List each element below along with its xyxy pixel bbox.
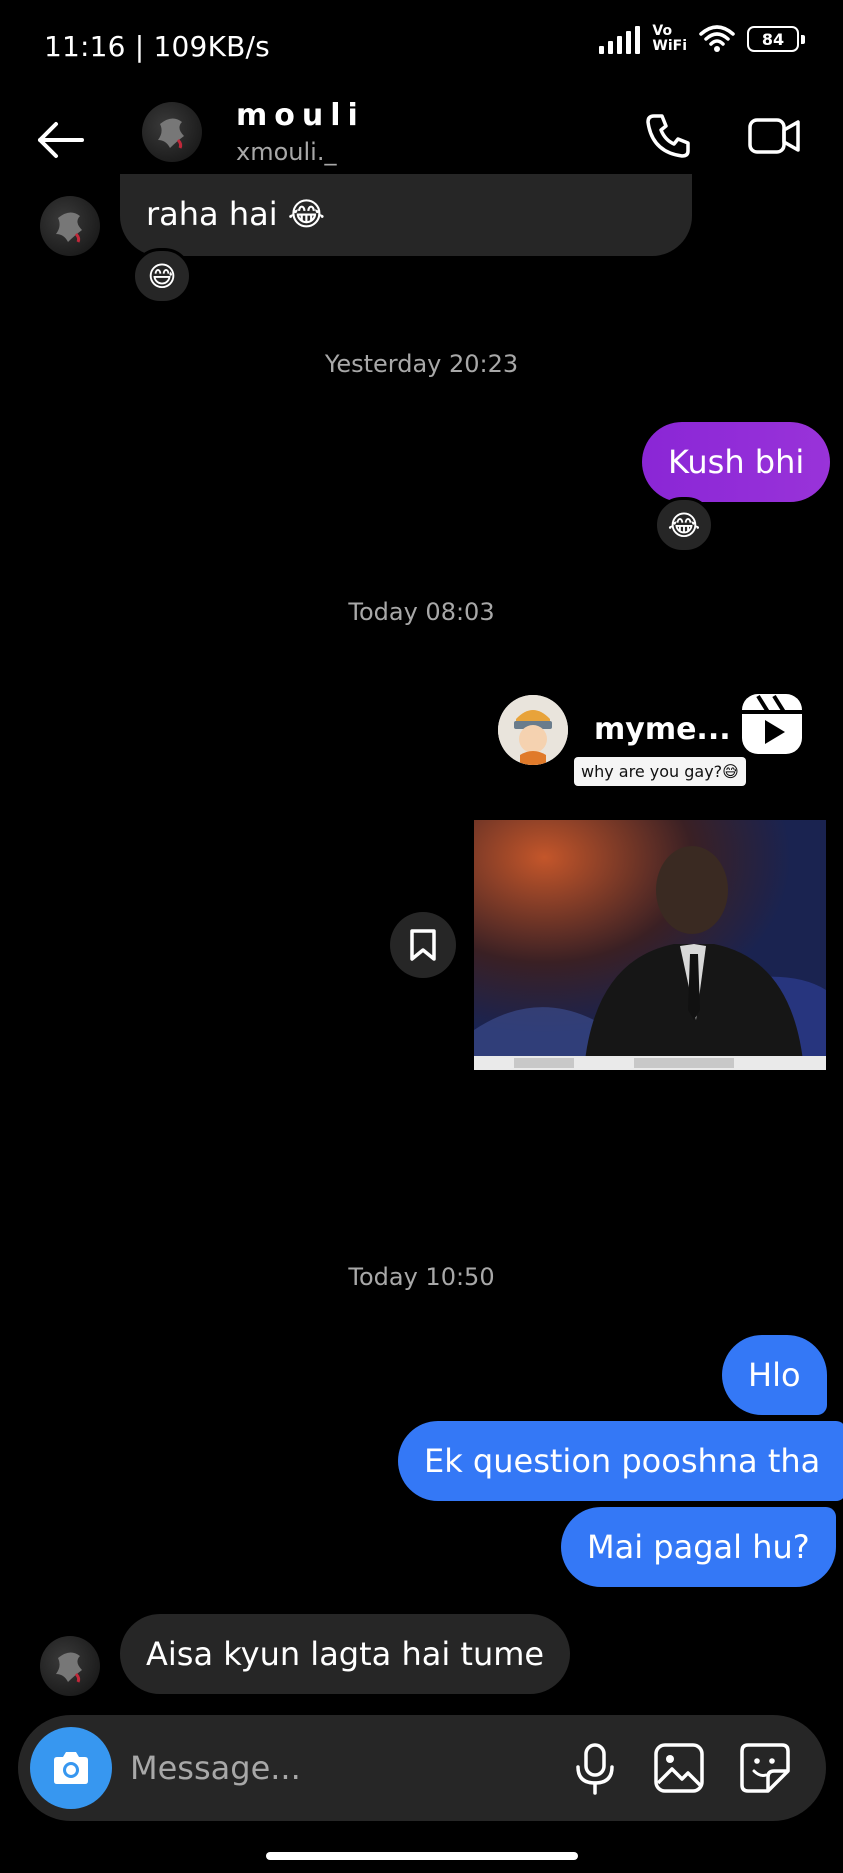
camera-icon (54, 1752, 88, 1784)
avatar[interactable] (142, 102, 202, 162)
avatar[interactable] (40, 1636, 100, 1696)
timestamp: Yesterday 20:23 (324, 350, 519, 378)
message-text: Hlo (748, 1356, 801, 1394)
reel-account-avatar[interactable] (498, 695, 568, 765)
vowifi-indicator: Vo WiFi (652, 23, 687, 54)
microphone-icon[interactable] (564, 1737, 626, 1799)
status-time: 11:16 | 109KB/s (44, 30, 270, 63)
home-indicator[interactable] (266, 1852, 578, 1860)
message-text: Mai pagal hu? (587, 1528, 810, 1566)
sticker-icon[interactable] (734, 1737, 796, 1799)
message-input[interactable] (130, 1743, 550, 1793)
message-reaction[interactable]: 😅 (132, 248, 192, 304)
message-bubble[interactable]: raha hai 😂 (120, 174, 692, 256)
signal-icon (599, 24, 641, 54)
reels-icon[interactable] (740, 692, 804, 756)
avatar-image (56, 1652, 82, 1683)
message-reaction[interactable]: 😂 (654, 497, 714, 553)
timestamp: Today 10:50 (348, 1263, 495, 1291)
phone-icon[interactable] (638, 106, 698, 166)
timestamp: Today 08:03 (348, 598, 495, 626)
message-text: Ek question pooshna tha (424, 1442, 821, 1480)
status-icons: Vo WiFi 84 (599, 23, 805, 54)
back-arrow-icon[interactable] (30, 110, 90, 170)
gallery-icon[interactable] (648, 1737, 710, 1799)
message-composer (18, 1715, 826, 1821)
message-bubble[interactable]: Aisa kyun lagta hai tume (120, 1614, 571, 1694)
bookmark-icon (410, 929, 436, 961)
message-text: Aisa kyun lagta hai tume (146, 1635, 545, 1673)
wifi-icon (699, 25, 735, 52)
camera-button[interactable] (30, 1727, 112, 1809)
message-text: raha hai 😂 (146, 195, 326, 233)
message-bubble[interactable]: Mai pagal hu? (561, 1507, 836, 1587)
reel-thumbnail[interactable] (474, 820, 826, 1070)
avatar-image (56, 212, 82, 243)
message-bubble[interactable]: Hlo (722, 1335, 827, 1415)
message-bubble[interactable]: Kush bhi (642, 422, 831, 502)
reel-account-name[interactable]: myme... (594, 712, 731, 747)
avatar-image (498, 695, 568, 765)
battery-icon: 84 (747, 26, 805, 52)
avatar-image (158, 118, 184, 149)
reel-thumbnail-image (474, 820, 826, 1070)
message-text: Kush bhi (668, 443, 805, 481)
status-bar: 11:16 | 109KB/s Vo WiFi 84 (0, 0, 843, 92)
reel-caption: why are you gay?😅 (574, 757, 746, 786)
contact-username[interactable]: xmouli._ (236, 138, 336, 166)
message-bubble[interactable]: Ek question pooshna tha (398, 1421, 843, 1501)
avatar[interactable] (40, 196, 100, 256)
save-button[interactable] (390, 912, 456, 978)
contact-name[interactable]: mouli (236, 98, 365, 133)
video-icon[interactable] (744, 106, 804, 166)
